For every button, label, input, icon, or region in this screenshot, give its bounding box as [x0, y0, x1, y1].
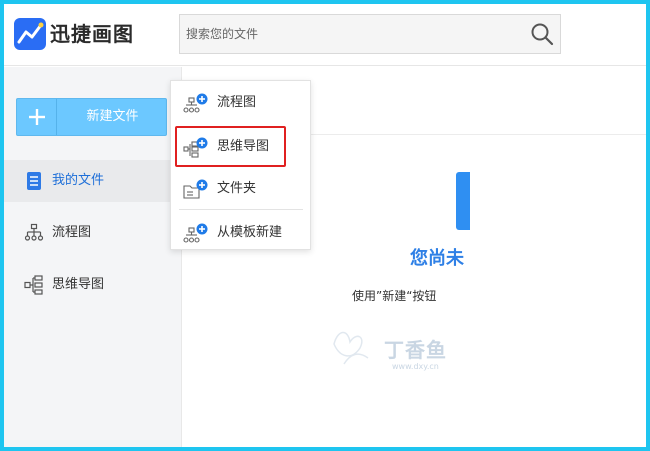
empty-state-title: 您尚未: [410, 248, 464, 269]
sidebar: 新建文件 我的文件 流程图 思维导图: [4, 67, 182, 447]
floating-side-button[interactable]: [456, 172, 470, 230]
watermark-subtext: www.dxy.cn: [392, 362, 439, 371]
dropdown-item-folder[interactable]: 文件夹: [171, 169, 310, 209]
new-file-plus-zone: [17, 99, 57, 135]
empty-state-hint: 使用”新建“按钮: [352, 289, 437, 303]
new-file-button[interactable]: 新建文件: [16, 98, 167, 136]
search-icon[interactable]: [530, 22, 554, 46]
app-logo-icon[interactable]: [14, 18, 46, 50]
sidebar-item-label: 思维导图: [52, 277, 105, 292]
top-header: 迅捷画图: [4, 4, 646, 66]
search-input[interactable]: [180, 15, 520, 53]
document-icon: [27, 172, 41, 190]
dropdown-item-flowchart[interactable]: 流程图: [171, 83, 310, 123]
dropdown-item-label: 流程图: [217, 95, 257, 110]
new-file-label: 新建文件: [86, 109, 139, 124]
folder-add-icon: [183, 179, 208, 199]
dropdown-item-from-template[interactable]: 从模板新建: [171, 213, 310, 253]
dropdown-item-label: 文件夹: [217, 181, 257, 196]
watermark-text: 丁香鱼: [384, 338, 447, 362]
sidebar-item-my-files[interactable]: 我的文件: [4, 160, 182, 202]
app-window: 迅捷画图 新建文件: [4, 4, 646, 447]
highlight-annotation: [175, 126, 286, 167]
template-add-icon: [183, 223, 208, 243]
dropdown-item-label: 从模板新建: [217, 225, 283, 240]
search-box: [179, 14, 561, 54]
flowchart-add-icon: [183, 93, 208, 113]
sidebar-item-label: 我的文件: [52, 173, 105, 188]
sidebar-item-flowchart[interactable]: 流程图: [4, 212, 182, 254]
sidebar-item-mindmap[interactable]: 思维导图: [4, 264, 182, 306]
mindmap-icon: [24, 275, 43, 295]
new-file-dropdown: 流程图 思维导图 文件夹 从模板新建: [170, 80, 311, 250]
plus-icon: [29, 109, 45, 125]
sidebar-item-label: 流程图: [52, 225, 92, 240]
app-name[interactable]: 迅捷画图: [50, 18, 134, 50]
dropdown-divider: [179, 209, 303, 210]
flowchart-icon: [24, 223, 44, 241]
